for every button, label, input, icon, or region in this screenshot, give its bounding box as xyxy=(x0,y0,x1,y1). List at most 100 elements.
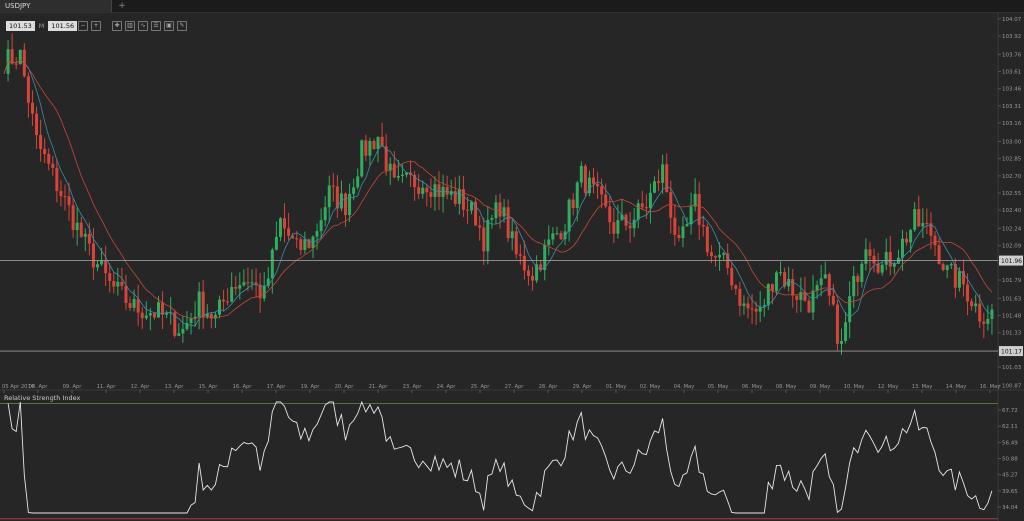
candle-body xyxy=(67,196,71,206)
candle-body xyxy=(441,186,445,197)
candle-body xyxy=(55,167,59,191)
time-axis-label: 05. May xyxy=(708,384,729,390)
candle-body xyxy=(957,271,961,288)
candle-body xyxy=(177,333,181,336)
candle-body xyxy=(327,185,331,208)
candle-body xyxy=(486,219,490,252)
candle-body xyxy=(860,263,864,282)
candle-body xyxy=(856,276,860,282)
price-axis-label: 101.63 xyxy=(1002,296,1022,302)
candle-body xyxy=(945,265,949,270)
candle-body xyxy=(669,192,673,218)
candle-body xyxy=(26,76,30,103)
candle-body xyxy=(681,226,685,239)
candle-body xyxy=(571,199,575,209)
candle-body xyxy=(148,313,152,316)
candle-body xyxy=(990,309,994,319)
rsi-line xyxy=(7,400,993,514)
price-axis-label: 103.00 xyxy=(1002,139,1022,145)
candle-body xyxy=(75,222,79,230)
time-axis-label: 08. May xyxy=(776,384,797,390)
candle-body xyxy=(848,296,852,323)
candle-body xyxy=(754,308,758,312)
candle-body xyxy=(344,193,348,216)
candle-body xyxy=(209,313,213,319)
candle-body xyxy=(689,206,693,225)
candle-body xyxy=(274,236,278,250)
candle-body xyxy=(140,312,144,319)
candle-body xyxy=(596,183,600,187)
candle-body xyxy=(673,217,677,235)
candle-body xyxy=(657,181,661,183)
candle-body xyxy=(437,184,441,197)
price-chart[interactable]: 104.07 103.92 103.76 103.61 103.46 103.31 103.… xyxy=(0,0,1024,521)
candle-body xyxy=(514,231,518,255)
price-line-label: 101.17 xyxy=(1001,349,1022,356)
time-axis-label: 13. May xyxy=(912,384,933,390)
candle-body xyxy=(132,299,136,308)
candle-body xyxy=(880,264,884,273)
price-axis-label: 101.79 xyxy=(1002,278,1022,284)
time-axis-label: 20. Apr xyxy=(335,384,355,390)
time-axis-label: 09. Apr xyxy=(63,384,83,390)
candle-body xyxy=(705,226,709,253)
candle-body xyxy=(217,299,221,315)
candle-body xyxy=(604,194,608,207)
price-axis-label: 103.76 xyxy=(1002,52,1022,58)
time-axis-label: 13. Apr xyxy=(165,384,185,390)
candle-body xyxy=(372,140,376,149)
price-axis-label: 103.16 xyxy=(1002,121,1022,127)
candle-body xyxy=(429,192,433,197)
candle-body xyxy=(697,193,701,225)
candle-body xyxy=(685,224,689,227)
candle-body xyxy=(811,290,815,313)
candle-body xyxy=(319,220,323,232)
candle-body xyxy=(360,140,364,177)
candle-body xyxy=(937,245,941,265)
candle-body xyxy=(510,231,514,239)
candle-body xyxy=(900,238,904,258)
candle-body xyxy=(986,318,990,324)
candle-body xyxy=(226,301,230,303)
candle-body xyxy=(242,282,246,286)
candle-body xyxy=(392,163,396,178)
price-axis-label: 102.70 xyxy=(1002,174,1022,180)
candle-body xyxy=(506,207,510,239)
time-axis-label: 29. Apr xyxy=(573,384,593,390)
candle-body xyxy=(730,267,734,286)
candle-body xyxy=(616,220,620,234)
candle-body xyxy=(108,273,112,281)
price-axis-label: 104.07 xyxy=(1002,17,1022,23)
candle-body xyxy=(949,264,953,266)
candle-body xyxy=(807,300,811,313)
candle-body xyxy=(364,140,368,156)
candle-body xyxy=(43,148,47,154)
candle-body xyxy=(498,202,502,217)
candle-body xyxy=(10,49,14,64)
candle-body xyxy=(982,321,986,324)
candle-body xyxy=(636,203,640,220)
price-axis-label: 103.46 xyxy=(1002,87,1022,93)
candle-body xyxy=(144,315,148,319)
candle-body xyxy=(925,222,929,224)
candle-body xyxy=(974,303,978,307)
candle-body xyxy=(197,291,201,317)
rsi-title: Relative Strength Index xyxy=(4,394,81,402)
candle-body xyxy=(250,282,254,284)
candle-body xyxy=(774,272,778,291)
price-axis-label: 102.09 xyxy=(1002,244,1022,250)
candle-body xyxy=(128,303,132,308)
candle-body xyxy=(161,302,165,315)
candle-body xyxy=(913,209,917,230)
candle-body xyxy=(465,209,469,211)
candle-body xyxy=(555,233,559,235)
candle-body xyxy=(303,239,307,250)
candle-body xyxy=(234,286,238,289)
candle-body xyxy=(457,189,461,204)
candle-body xyxy=(165,313,169,315)
price-axis-label: 102.24 xyxy=(1002,226,1022,232)
price-axis-label: 101.48 xyxy=(1002,314,1022,320)
rsi-axis-label: 45.27 xyxy=(1002,473,1018,479)
candle-body xyxy=(852,276,856,297)
candle-body xyxy=(18,49,22,65)
